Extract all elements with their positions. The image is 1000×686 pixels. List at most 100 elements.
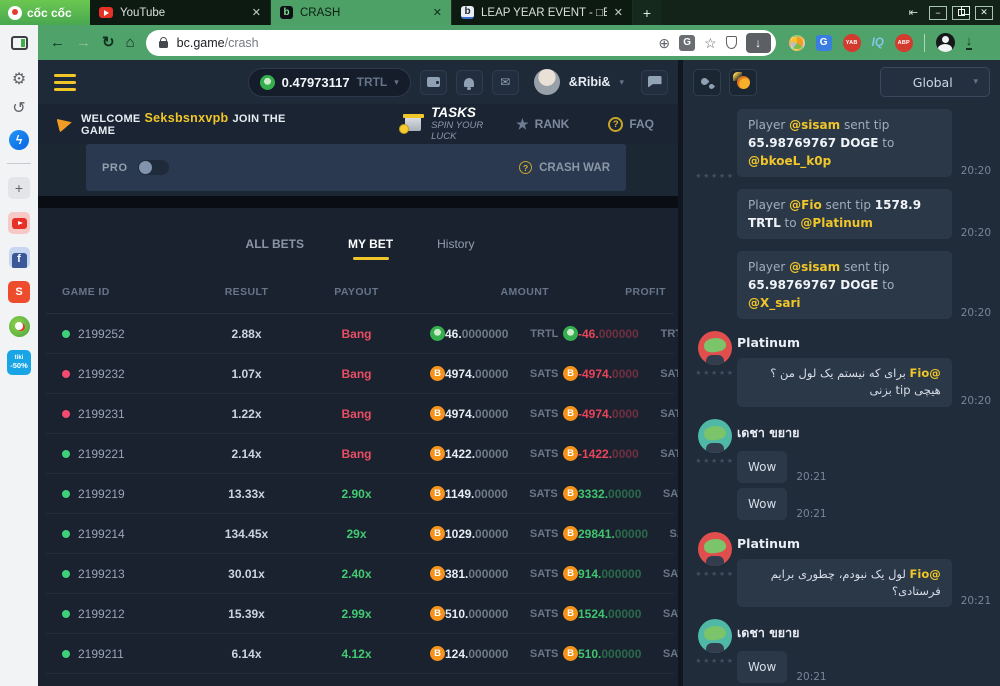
bets-tabs: ALL BETS MY BET History <box>46 228 674 260</box>
mention-text: @Fio <box>789 198 822 212</box>
crash-war-link[interactable]: ?CRASH WAR <box>519 161 610 174</box>
username-label[interactable]: &Ribi& <box>569 75 611 89</box>
notifications-button[interactable] <box>456 70 483 95</box>
amount-dec: 00000 <box>474 487 507 501</box>
page-translate-icon[interactable]: G <box>679 35 695 51</box>
tab-strip: cốc cốc YouTube✕bCRASH✕bLEAP YEAR EVENT … <box>0 0 1000 25</box>
user-avatar[interactable] <box>534 69 560 95</box>
game-id-value: 2199232 <box>78 367 125 381</box>
forward-button[interactable]: → <box>76 35 91 50</box>
tiki-shortcut-icon[interactable]: tiki-50% <box>7 350 31 375</box>
profit-dec: 00000 <box>608 487 641 501</box>
url-text[interactable]: bc.game/crash <box>177 36 650 50</box>
zoom-icon[interactable]: ⊕ <box>658 36 670 50</box>
close-window-button[interactable]: ✕ <box>975 6 993 20</box>
youtube-shortcut-icon[interactable] <box>8 212 30 234</box>
chat-username[interactable]: Platinum <box>737 335 991 350</box>
chat-username[interactable]: เดชา ขยาย <box>737 423 991 443</box>
restore-button[interactable] <box>952 6 970 20</box>
chat-avatar[interactable] <box>698 619 732 653</box>
sidebar-panel-toggle-icon[interactable] <box>11 36 28 50</box>
extension-abp-icon[interactable]: ABP <box>895 34 913 52</box>
extension-yab-icon[interactable]: YAB <box>843 34 861 52</box>
wallet-button[interactable] <box>420 70 447 95</box>
table-row[interactable]: 21992321.07xBangB4974.00000SATSB-4974.00… <box>46 354 674 394</box>
profit-dec: 00000 <box>608 607 641 621</box>
browser-tab[interactable]: YouTube✕ <box>90 0 271 25</box>
tab-close-icon[interactable]: ✕ <box>433 6 442 19</box>
reload-button[interactable]: ↻ <box>102 35 115 50</box>
chat-avatar[interactable] <box>698 419 732 453</box>
tasks-title: TASKS <box>431 106 507 121</box>
coccoc-shortcut-icon[interactable] <box>9 316 30 337</box>
extension-iq-icon[interactable]: IQ <box>872 37 884 49</box>
chat-username[interactable]: Platinum <box>737 536 991 551</box>
table-row[interactable]: 21992212.14xBangB1422.00000SATSB-1422.00… <box>46 434 674 474</box>
browser-brand[interactable]: cốc cốc <box>0 0 90 25</box>
chat-toggle-button[interactable] <box>641 70 668 95</box>
browser-tab[interactable]: bLEAP YEAR EVENT - □Event -✕ <box>452 0 633 25</box>
facebook-shortcut-icon[interactable]: f <box>9 247 30 268</box>
extension-translate-icon[interactable]: G <box>816 35 832 51</box>
history-icon[interactable]: ↺ <box>12 101 25 117</box>
downloads-tray-icon[interactable]: ↓ <box>966 35 973 50</box>
download-page-button[interactable]: ↓ <box>746 33 771 53</box>
user-menu-caret-icon[interactable]: ▾ <box>619 77 624 88</box>
tip-rain-button[interactable] <box>693 69 721 96</box>
table-row[interactable]: 219921913.33x2.90xB1149.00000SATSB3332.0… <box>46 474 674 514</box>
pro-toggle[interactable] <box>138 160 169 175</box>
shopee-shortcut-icon[interactable]: S <box>8 281 30 303</box>
table-row[interactable]: 21992311.22xBangB4974.00000SATSB-4974.00… <box>46 394 674 434</box>
profit-cell: B1524.00000SATS <box>549 606 678 621</box>
mention-text: @Fio <box>910 567 941 581</box>
settings-gear-icon[interactable]: ⚙ <box>12 72 26 88</box>
lock-icon[interactable] <box>159 41 168 48</box>
amount-int: 4974. <box>445 367 475 381</box>
gift-box-icon <box>405 117 421 131</box>
home-button[interactable]: ⌂ <box>126 35 135 50</box>
messages-button[interactable]: ✉ <box>492 70 519 95</box>
bookmark-star-icon[interactable]: ☆ <box>704 36 717 50</box>
table-row[interactable]: 21992116.14x4.12xB124.000000SATSB510.000… <box>46 634 674 674</box>
faq-link[interactable]: ?FAQ <box>608 117 654 132</box>
tasks-widget[interactable]: TASKSSPIN YOUR LUCK <box>405 106 507 143</box>
browser-tab[interactable]: bCRASH✕ <box>271 0 452 25</box>
minimize-button[interactable]: − <box>929 6 947 20</box>
balance-selector[interactable]: 0.47973117 TRTL ▾ <box>248 68 411 97</box>
col-profit: PROFIT <box>549 286 666 298</box>
profit-cell: B-1422.0000SATS <box>549 446 678 461</box>
chat-avatar[interactable] <box>698 532 732 566</box>
bubble-line: Player @sisam sent tip 65.98769767 DOGE … <box>737 109 991 177</box>
table-row[interactable]: 219921330.01x2.40xB381.000000SATSB914.00… <box>46 554 674 594</box>
extension-color-wheel-icon[interactable] <box>789 35 805 51</box>
back-button[interactable]: ← <box>50 35 65 50</box>
menu-hamburger-icon[interactable] <box>54 74 76 91</box>
btc-coin-icon: B <box>430 606 445 621</box>
toolbar-divider <box>924 34 925 52</box>
youtube-favicon-icon <box>99 7 113 18</box>
address-bar[interactable]: bc.game/crash ⊕ G ☆ ↓ <box>146 30 776 56</box>
amount-value: 4974.00000 <box>445 407 508 421</box>
chat-avatar[interactable] <box>698 331 732 365</box>
rank-link[interactable]: ★RANK <box>516 116 569 133</box>
shield-icon[interactable] <box>726 36 737 49</box>
tab-all-bets[interactable]: ALL BETS <box>246 237 304 251</box>
messenger-icon[interactable]: ϟ <box>9 130 29 150</box>
new-tab-button[interactable]: + <box>633 0 661 25</box>
add-shortcut-button[interactable]: + <box>8 177 30 199</box>
tab-close-icon[interactable]: ✕ <box>614 6 623 19</box>
tab-my-bet[interactable]: MY BET <box>348 237 393 251</box>
table-row[interactable]: 2199214134.45x29xB1029.00000SATSB29841.0… <box>46 514 674 554</box>
chat-username[interactable]: เดชา ขยาย <box>737 623 991 643</box>
dock-sidebar-icon[interactable]: ⇤ <box>909 6 918 19</box>
profile-icon[interactable] <box>936 33 955 52</box>
tab-strip-tabs: YouTube✕bCRASH✕bLEAP YEAR EVENT - □Event… <box>90 0 633 25</box>
coin-drop-button[interactable] <box>729 69 757 96</box>
table-row[interactable]: 219921215.39x2.99xB510.000000SATSB1524.0… <box>46 594 674 634</box>
chat-channel-select[interactable]: Global ▾ <box>880 67 990 97</box>
tab-close-icon[interactable]: ✕ <box>252 6 261 19</box>
game-id-cell: 2199232 <box>54 367 194 381</box>
vip-stars: ★★★★★ <box>695 457 734 465</box>
tab-history[interactable]: History <box>437 237 474 251</box>
table-row[interactable]: 21992522.88xBang46.0000000TRTL-46.000000… <box>46 314 674 354</box>
